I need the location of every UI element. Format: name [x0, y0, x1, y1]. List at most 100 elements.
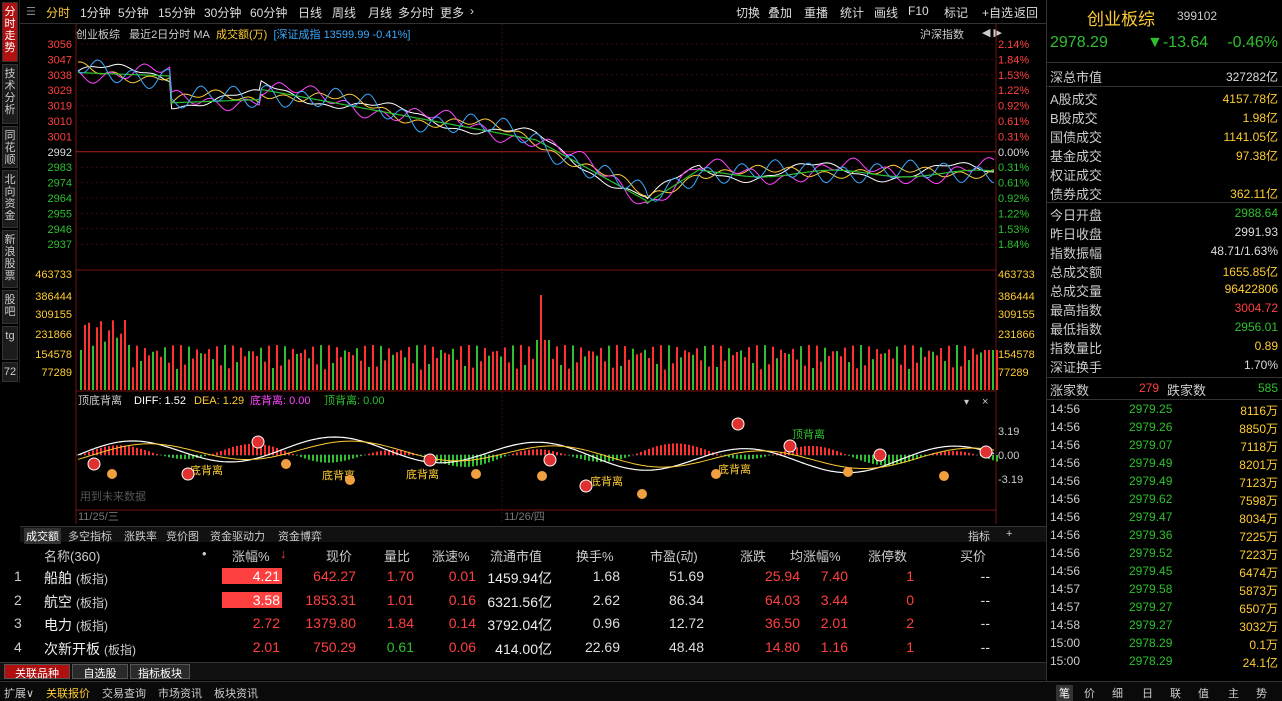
toolbar-right-8[interactable]: 返回 — [1014, 4, 1038, 21]
left-tab-5[interactable]: 股吧 — [2, 290, 18, 324]
tick-volume: 3032万 — [1239, 620, 1278, 634]
period-tab-10[interactable]: 更多 — [440, 4, 464, 21]
left-tab-1[interactable]: 技术分析 — [2, 64, 18, 124]
period-tab-4[interactable]: 30分钟 — [204, 4, 241, 21]
toolbar-right-3[interactable]: 统计 — [840, 4, 864, 21]
status-tab-2[interactable]: 交易查询 — [102, 685, 146, 701]
left-tab-0[interactable]: 分时走势 — [2, 2, 18, 62]
macd-bar — [624, 455, 626, 458]
index-stat-label: 最低指数 — [1050, 322, 1103, 337]
column-header[interactable]: 均涨幅% — [790, 546, 841, 565]
tick-price: 2979.47 — [1129, 510, 1173, 524]
macd-close-icon[interactable]: × — [982, 396, 988, 408]
table-row[interactable]: 4 次新开板 (板指) 2.01 750.29 0.61 0.06 414.00亿 22.69 4… — [0, 639, 1040, 661]
period-tab-1[interactable]: 1分钟 — [80, 4, 111, 21]
column-header[interactable]: 涨跌 — [740, 546, 766, 565]
status-tab-1[interactable]: 关联报价 — [46, 685, 90, 701]
column-header[interactable]: 市盈(动) — [650, 546, 698, 565]
column-header[interactable]: 换手% — [576, 546, 614, 565]
tick-volume: 8850万 — [1239, 422, 1278, 436]
table-row[interactable]: 1 船舶 (板指) 4.21 642.27 1.70 0.01 1459.94亿 1.68 51.… — [0, 568, 1040, 590]
column-header[interactable]: 名称(360) — [44, 546, 100, 565]
bottom-tab-2[interactable]: 指标板块 — [130, 664, 190, 680]
column-header[interactable]: 涨速% — [432, 546, 470, 565]
macd-bar — [340, 455, 342, 462]
volume-bar — [976, 354, 978, 390]
left-tab-3[interactable]: 北向资金 — [2, 170, 18, 228]
period-tab-9[interactable]: 多分时 — [398, 4, 434, 21]
column-header[interactable]: 涨停数 — [868, 546, 907, 565]
toolbar-right-7[interactable]: +自选 — [982, 4, 1013, 21]
period-tab-7[interactable]: 周线 — [332, 4, 356, 21]
macd-bar — [692, 445, 694, 455]
quote-footer-tab-4[interactable]: 联 — [1170, 685, 1181, 701]
header-dot-icon: • — [202, 546, 207, 561]
toolbar-right-2[interactable]: 重播 — [804, 4, 828, 21]
macd-bar — [228, 448, 230, 455]
status-tab-0[interactable]: 扩展∨ — [4, 685, 34, 701]
row-price: 750.29 — [313, 638, 356, 655]
column-header[interactable]: 量比 — [384, 546, 410, 565]
quote-footer-tab-3[interactable]: 日 — [1142, 685, 1153, 701]
macd-bar — [512, 453, 514, 455]
macd-bar — [768, 455, 770, 456]
quote-footer-tab-1[interactable]: 价 — [1084, 685, 1095, 701]
bottom-tab-0[interactable]: 关联品种 — [4, 664, 70, 680]
period-tab-5[interactable]: 60分钟 — [250, 4, 287, 21]
quote-footer-tab-2[interactable]: 细 — [1112, 685, 1123, 701]
toolbar-right-4[interactable]: 画线 — [874, 4, 898, 21]
volume-bar — [492, 351, 494, 390]
left-tab-4[interactable]: 新浪股票 — [2, 230, 18, 288]
row-avg: 1.16 — [820, 638, 848, 655]
indicator-add-button[interactable]: + — [1006, 528, 1012, 540]
period-tab-8[interactable]: 月线 — [368, 4, 392, 21]
status-tab-4[interactable]: 板块资讯 — [214, 685, 258, 701]
quote-footer-tab-7[interactable]: 势 — [1256, 685, 1267, 701]
volume-bar — [116, 337, 118, 390]
divergence-label: 底背离 — [406, 467, 439, 481]
column-header[interactable]: 现价 — [326, 546, 352, 565]
tick-volume: 8201万 — [1239, 458, 1278, 472]
period-tab-0[interactable]: 分时 — [46, 4, 70, 21]
flag-marker-icon — [537, 471, 547, 481]
toolbar-right-5[interactable]: F10 — [908, 4, 929, 18]
toolbar-grip-icon: ☰ — [26, 6, 36, 18]
volume-bar — [620, 365, 622, 390]
left-tab-7[interactable]: 72 — [2, 362, 18, 382]
toolbar-right-6[interactable]: 标记 — [944, 4, 968, 21]
column-header[interactable]: 买价 — [960, 546, 986, 565]
volume-bar — [280, 365, 282, 390]
volume-bar — [904, 345, 906, 390]
column-header[interactable]: 流通市值 — [490, 546, 542, 565]
left-tab-6[interactable]: tg — [2, 326, 18, 360]
period-tab-2[interactable]: 5分钟 — [118, 4, 149, 21]
bottom-tab-1[interactable]: 自选股 — [72, 664, 128, 680]
macd-collapse-icon[interactable]: ▾ — [964, 397, 969, 408]
toolbar-right-1[interactable]: 叠加 — [768, 4, 792, 21]
status-tab-3[interactable]: 市场资讯 — [158, 685, 202, 701]
quote-footer-tab-5[interactable]: 值 — [1198, 685, 1209, 701]
period-tab-3[interactable]: 15分钟 — [158, 4, 195, 21]
macd-bar — [960, 451, 962, 455]
volume-bar — [220, 365, 222, 390]
table-row[interactable]: 3 电力 (板指) 2.72 1379.80 1.84 0.14 3792.04亿 0.96 12… — [0, 615, 1040, 637]
period-tab-6[interactable]: 日线 — [298, 4, 322, 21]
volume-bar — [468, 345, 470, 390]
divergence-marker-icon — [181, 467, 195, 481]
table-row[interactable]: 2 航空 (板指) 3.58 1853.31 1.01 0.16 6321.56亿 2.62 86… — [0, 591, 1040, 614]
quote-footer-tab-6[interactable]: 主 — [1228, 685, 1239, 701]
macd-bar — [152, 452, 154, 455]
row-vr: 1.84 — [386, 615, 414, 631]
volume-bar — [812, 367, 814, 390]
column-header[interactable]: 涨幅% — [232, 546, 270, 565]
toolbar-right-0[interactable]: 切换 — [736, 4, 760, 21]
left-tab-2[interactable]: 同花顺 — [2, 126, 18, 168]
price-line — [77, 59, 995, 202]
index-stat-label: 指数振幅 — [1050, 246, 1103, 261]
row-tag: (板指) — [76, 619, 108, 633]
sort-desc-icon[interactable]: ↓ — [280, 546, 287, 561]
quote-footer-tab-0[interactable]: 笔 — [1056, 685, 1073, 701]
more-arrow-icon[interactable]: › — [470, 4, 474, 18]
macd-bar — [756, 455, 758, 459]
volume-bar — [792, 348, 794, 390]
